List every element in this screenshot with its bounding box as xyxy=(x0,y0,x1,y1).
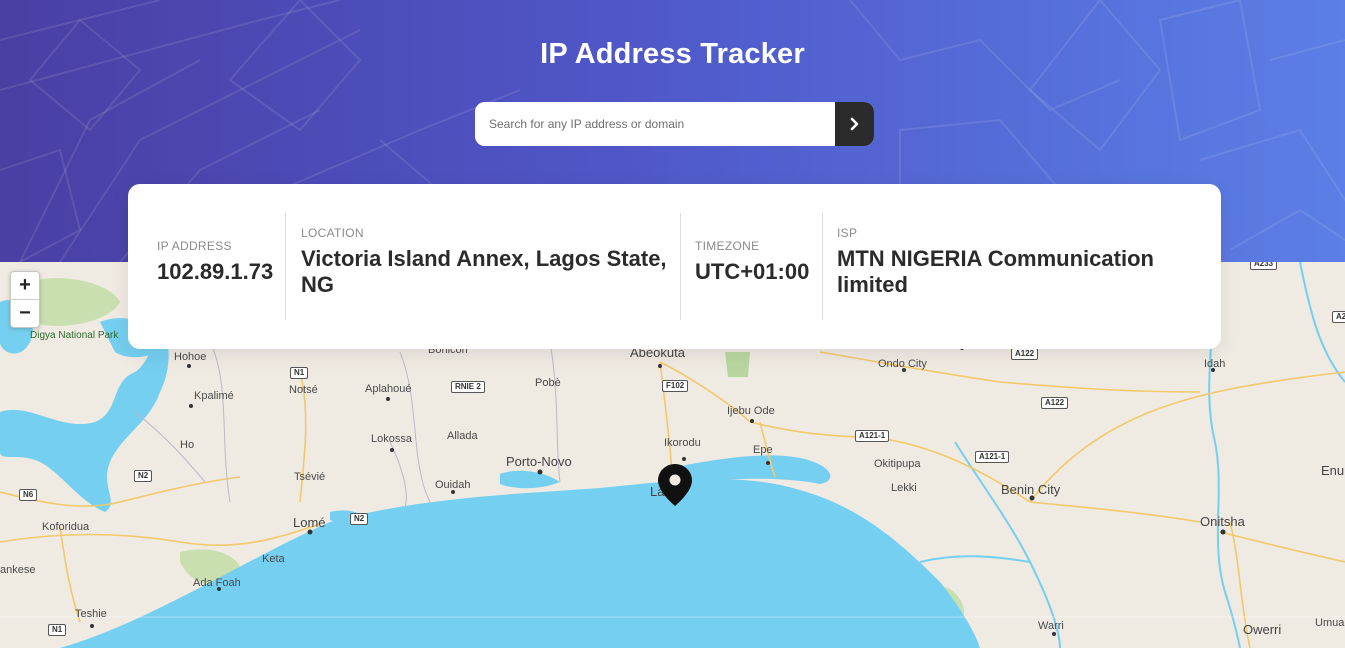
timezone-value: UTC+01:00 xyxy=(695,259,810,284)
map-label-lokossa: Lokossa xyxy=(371,433,412,445)
map-label-porto-novo: Porto-Novo xyxy=(506,454,572,469)
road-shield-n2: N2 xyxy=(134,470,153,482)
map-label-idah: Idah xyxy=(1204,358,1226,370)
isp-value: MTN NIGERIA Communication limited xyxy=(837,246,1154,297)
isp-section: ISP MTN NIGERIA Communication limited xyxy=(837,184,1197,391)
road-shield-n6: N6 xyxy=(19,489,38,501)
road-shield-a233: A233 xyxy=(1250,262,1278,270)
location-pin-icon[interactable] xyxy=(657,463,693,507)
map-label-umua: Umua xyxy=(1315,617,1345,629)
ip-address-value: 102.89.1.73 xyxy=(157,259,274,284)
map-label-koforidua: Koforidua xyxy=(42,521,90,533)
page-title: IP Address Tracker xyxy=(540,38,805,70)
road-shield-n2: N2 xyxy=(350,513,369,525)
road-shield-a2: A2 xyxy=(1332,311,1345,323)
map-label-ho: Ho xyxy=(180,439,195,451)
map-label-enugu: Enu xyxy=(1321,463,1345,478)
map-label-ikorodu: Ikorodu xyxy=(664,437,701,449)
location-section: LOCATION Victoria Island Annex, Lagos St… xyxy=(301,184,671,391)
zoom-out-button[interactable]: − xyxy=(11,299,39,327)
divider xyxy=(680,213,681,320)
search-submit-button[interactable] xyxy=(835,102,874,146)
map-label-ouidah: Ouidah xyxy=(435,479,471,491)
zoom-in-button[interactable]: + xyxy=(11,272,39,299)
map-label-tsevie: Tsévié xyxy=(294,471,326,483)
divider xyxy=(822,213,823,320)
road-shield-a121: A121-1 xyxy=(975,451,1010,463)
timezone-label: TIMEZONE xyxy=(695,239,760,253)
isp-label: ISP xyxy=(837,226,858,240)
chevron-right-icon xyxy=(850,117,858,131)
location-label: LOCATION xyxy=(301,226,364,240)
map-label-teshie: Teshie xyxy=(75,608,107,620)
location-value: Victoria Island Annex, Lagos State, NG xyxy=(301,246,667,297)
map-label-epe: Epe xyxy=(753,444,773,456)
map-label-digya: Digya National Park xyxy=(30,330,119,341)
map-label-ada: Ada Foah xyxy=(193,577,241,589)
map-label-keta: Keta xyxy=(262,553,285,565)
map-label-okitipupa: Okitipupa xyxy=(874,458,921,470)
park-area xyxy=(30,278,120,326)
divider xyxy=(285,213,286,320)
map-label-warri: Warri xyxy=(1038,620,1064,632)
map-label-nkawkaw: ankese xyxy=(0,564,36,576)
map-label-allada: Allada xyxy=(447,430,478,442)
map-label-onitsha: Onitsha xyxy=(1200,514,1245,529)
road-shield-a122: A122 xyxy=(1041,397,1069,409)
porto-novo-lagoon xyxy=(500,470,560,489)
map-label-lome: Lomé xyxy=(293,515,326,530)
map-label-lekki: Lekki xyxy=(891,482,917,494)
ip-address-section: IP ADDRESS 102.89.1.73 xyxy=(157,184,282,404)
ip-address-label: IP ADDRESS xyxy=(157,239,232,253)
road-shield-n1: N1 xyxy=(48,624,67,636)
map-label-owerri: Owerri xyxy=(1243,622,1282,637)
map-label-benin: Benin City xyxy=(1001,482,1061,497)
search-input[interactable] xyxy=(475,102,835,146)
ip-info-card: IP ADDRESS 102.89.1.73 LOCATION Victoria… xyxy=(128,184,1221,349)
road-shield-a121: A121-1 xyxy=(855,430,890,442)
timezone-section: TIMEZONE UTC+01:00 xyxy=(695,184,815,404)
map-label-ijebu-ode: Ijebu Ode xyxy=(727,405,775,417)
map-zoom-control: + − xyxy=(10,271,40,328)
search-bar xyxy=(475,102,874,146)
